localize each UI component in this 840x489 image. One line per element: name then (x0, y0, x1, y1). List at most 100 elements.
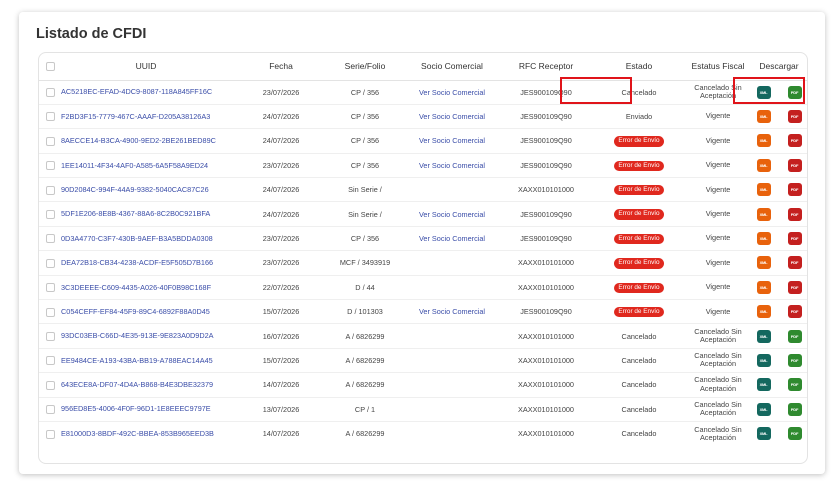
row-checkbox[interactable] (46, 258, 55, 268)
select-all-checkbox[interactable] (46, 62, 55, 72)
ver-socio-link[interactable]: Ver Socio Comercial (419, 88, 485, 97)
error-status-badge: Error de Envío (614, 307, 664, 318)
uuid-link[interactable]: DEA72B18-CB34-4238-ACDF-E5F505D7B166 (61, 258, 213, 267)
ver-socio-link[interactable]: Ver Socio Comercial (419, 136, 485, 145)
serie-folio-cell: D / 101303 (327, 299, 403, 325)
column-header-fecha[interactable]: Fecha (235, 53, 327, 81)
column-header-serie[interactable]: Serie/Folio (327, 53, 403, 81)
ver-socio-link[interactable]: Ver Socio Comercial (419, 210, 485, 219)
download-pdf-button[interactable]: PDF (787, 85, 802, 99)
download-xml-button[interactable]: XML (756, 207, 771, 221)
uuid-link[interactable]: 0D3A4770-C3F7-430B-9AEF-B3A5BDDA0308 (61, 234, 213, 243)
socio-cell (403, 372, 501, 398)
uuid-link[interactable]: F2BD3F15-7779-467C-AAAF-D205A38126A3 (61, 112, 210, 121)
download-pdf-button[interactable]: PDF (787, 232, 802, 246)
column-header-rfc[interactable]: RFC Receptor (501, 53, 591, 81)
download-xml-button[interactable]: XML (756, 256, 771, 270)
download-pdf-button[interactable]: PDF (787, 158, 802, 172)
table-row: AC5218EC-EFAD-4DC9-8087-118A845FF16C 23/… (39, 80, 807, 105)
rfc-cell: JES900109Q90 (501, 80, 591, 105)
ver-socio-link[interactable]: Ver Socio Comercial (419, 234, 485, 243)
socio-cell: Ver Socio Comercial (403, 299, 501, 325)
download-pdf-button[interactable]: PDF (787, 207, 802, 221)
uuid-link[interactable]: AC5218EC-EFAD-4DC9-8087-118A845FF16C (61, 87, 212, 96)
download-pdf-button[interactable]: PDF (787, 110, 802, 124)
download-pdf-button[interactable]: PDF (787, 280, 802, 294)
rfc-cell: JES900109Q90 (501, 104, 591, 130)
uuid-link[interactable]: 90D2084C-994F-44A9-9382-5040CAC87C26 (61, 185, 209, 194)
estado-cell: Error de Envío (591, 177, 687, 203)
row-checkbox[interactable] (46, 283, 55, 293)
download-xml-button[interactable]: XML (756, 427, 771, 441)
column-header-socio[interactable]: Socio Comercial (403, 53, 501, 81)
ver-socio-link[interactable]: Ver Socio Comercial (419, 112, 485, 121)
download-xml-button[interactable]: XML (756, 183, 771, 197)
uuid-link[interactable]: 93DC03EB-C66D-4E35-913E-9E823A0D9D2A (61, 331, 214, 340)
serie-folio-cell: A / 6826299 (327, 372, 403, 398)
download-pdf-button[interactable]: PDF (787, 329, 802, 343)
estado-cell: Cancelado (591, 421, 687, 445)
ver-socio-link[interactable]: Ver Socio Comercial (419, 161, 485, 170)
rfc-cell: XAXX010101000 (501, 348, 591, 374)
cfdi-table: UUID Fecha Serie/Folio Socio Comercial R… (39, 53, 807, 446)
uuid-link[interactable]: E81000D3-8BDF-492C-BBEA-853B965EED3B (61, 429, 214, 438)
row-checkbox[interactable] (46, 185, 55, 195)
fecha-cell: 24/07/2026 (235, 177, 327, 203)
download-xml-button[interactable]: XML (756, 378, 771, 392)
row-checkbox[interactable] (46, 161, 55, 171)
row-checkbox[interactable] (46, 87, 55, 97)
estado-cell: Cancelado (591, 348, 687, 374)
uuid-cell: 956ED8E5-4006-4F0F-96D1-1E8EEEC9797E (39, 397, 235, 422)
download-xml-button[interactable]: XML (756, 134, 771, 148)
ver-socio-link[interactable]: Ver Socio Comercial (419, 307, 485, 316)
download-xml-button[interactable]: XML (756, 329, 771, 343)
socio-cell: Ver Socio Comercial (403, 201, 501, 227)
uuid-link[interactable]: C054CEFF-EF84-45F9-89C4-6892F88A0D45 (61, 307, 210, 316)
column-header-fiscal[interactable]: Estatus Fiscal (687, 53, 749, 81)
row-checkbox[interactable] (46, 429, 55, 439)
download-xml-button[interactable]: XML (756, 85, 771, 99)
download-pdf-button[interactable]: PDF (787, 183, 802, 197)
descargar-cell: XML PDF (749, 348, 807, 374)
download-pdf-button[interactable]: PDF (787, 305, 802, 319)
download-pdf-button[interactable]: PDF (787, 353, 802, 367)
download-pdf-button[interactable]: PDF (787, 256, 802, 270)
fecha-cell: 13/07/2026 (235, 397, 327, 422)
uuid-link[interactable]: 3C3DEEEE-C609-4435-A026-40F0B98C168F (61, 283, 211, 292)
download-xml-button[interactable]: XML (756, 110, 771, 124)
table-row: 8AECCE14-B3CA-4900-9ED2-2BE261BED89C 24/… (39, 128, 807, 154)
download-xml-button[interactable]: XML (756, 232, 771, 246)
table-row: C054CEFF-EF84-45F9-89C4-6892F88A0D45 15/… (39, 299, 807, 325)
uuid-link[interactable]: 5DF1E206-8E8B-4367-88A6-8C2B0C921BFA (61, 209, 210, 218)
download-pdf-button[interactable]: PDF (787, 378, 802, 392)
page-title: Listado de CFDI (36, 26, 147, 42)
row-checkbox[interactable] (46, 136, 55, 146)
error-status-badge: Error de Envío (614, 233, 664, 245)
row-checkbox[interactable] (46, 307, 55, 317)
uuid-link[interactable]: 956ED8E5-4006-4F0F-96D1-1E8EEEC9797E (61, 404, 211, 413)
uuid-link[interactable]: 1EE14011-4F34-4AF0-A585-6A5F58A9ED24 (61, 161, 208, 170)
status-text: Enviado (625, 112, 653, 122)
download-xml-button[interactable]: XML (756, 158, 771, 172)
column-header-estado[interactable]: Estado (591, 53, 687, 81)
row-checkbox[interactable] (46, 405, 55, 415)
row-checkbox[interactable] (46, 380, 55, 390)
download-xml-button[interactable]: XML (756, 402, 771, 416)
estatus-fiscal-cell: Vigente (687, 128, 749, 154)
download-xml-button[interactable]: XML (756, 280, 771, 294)
download-pdf-button[interactable]: PDF (787, 134, 802, 148)
uuid-link[interactable]: EE9484CE-A193-43BA-BB19-A788EAC14A45 (61, 356, 213, 365)
row-checkbox[interactable] (46, 331, 55, 341)
row-checkbox[interactable] (46, 234, 55, 244)
row-checkbox[interactable] (46, 112, 55, 122)
download-pdf-button[interactable]: PDF (787, 427, 802, 441)
uuid-link[interactable]: 643ECE8A-DF07-4D4A-B868-B4E3DBE32379 (61, 380, 213, 389)
row-checkbox[interactable] (46, 356, 55, 366)
uuid-link[interactable]: 8AECCE14-B3CA-4900-9ED2-2BE261BED89C (61, 136, 216, 145)
download-xml-button[interactable]: XML (756, 305, 771, 319)
table-header-row: UUID Fecha Serie/Folio Socio Comercial R… (39, 53, 807, 81)
row-checkbox[interactable] (46, 209, 55, 219)
download-xml-button[interactable]: XML (756, 353, 771, 367)
fecha-cell: 15/07/2026 (235, 348, 327, 374)
download-pdf-button[interactable]: PDF (787, 402, 802, 416)
